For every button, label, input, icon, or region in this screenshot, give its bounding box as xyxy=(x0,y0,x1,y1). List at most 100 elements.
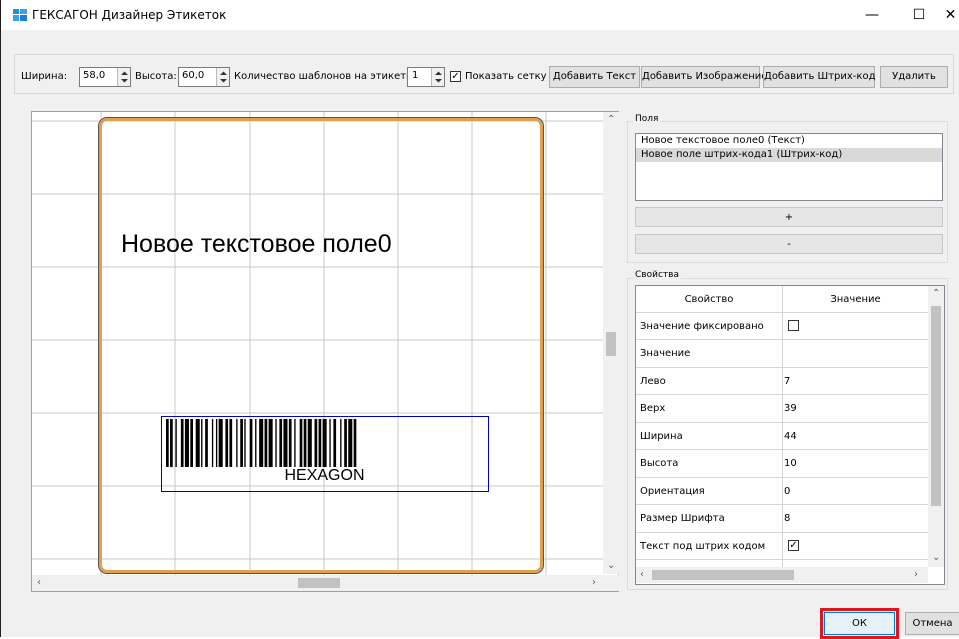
add-image-button[interactable]: Добавить Изображение xyxy=(641,66,767,88)
label-canvas[interactable]: Новое текстовое поле0 HEXAGON xyxy=(31,111,619,592)
width-label: Ширина: xyxy=(21,71,68,82)
width-spinner-arrows-icon[interactable] xyxy=(117,68,130,86)
maximize-button[interactable]: ☐ xyxy=(896,0,942,30)
barcode-bar xyxy=(329,419,331,467)
canvas-horizontal-scrollbar[interactable]: ‹ › xyxy=(32,575,603,591)
barcode-bar xyxy=(255,419,257,467)
table-row[interactable]: Ширина 44 xyxy=(636,423,928,450)
ok-highlight-box xyxy=(820,608,899,639)
property-name: Ориентация xyxy=(640,486,705,497)
close-button[interactable]: ✕ xyxy=(941,0,959,30)
table-row[interactable]: Высота 10 xyxy=(636,450,928,478)
count-value[interactable]: 1 xyxy=(412,70,418,81)
minimize-button[interactable]: — xyxy=(849,0,895,30)
scroll-right-icon[interactable]: › xyxy=(914,569,918,580)
scroll-left-icon[interactable]: ‹ xyxy=(640,569,644,580)
barcode-bar xyxy=(303,419,307,467)
count-label: Количество шаблонов на этикетке: xyxy=(234,71,422,82)
delete-button[interactable]: Удалить xyxy=(880,66,948,88)
table-row[interactable]: Размер Шрифта 8 xyxy=(636,505,928,533)
barcode-bar xyxy=(195,419,200,467)
barcode-bar xyxy=(201,419,203,467)
label-outline[interactable] xyxy=(98,117,544,574)
table-row[interactable]: Лево 7 xyxy=(636,368,928,395)
property-value[interactable]: 8 xyxy=(784,513,790,524)
barcode-bar xyxy=(190,419,193,467)
barcode-bar xyxy=(236,419,238,467)
list-item[interactable]: Новое текстовое поле0 (Текст) xyxy=(636,134,942,148)
barcode-bar xyxy=(314,419,318,467)
properties-scroll-thumb[interactable] xyxy=(931,306,941,506)
scroll-up-icon[interactable]: ⌃ xyxy=(607,114,615,125)
barcode-bar xyxy=(299,419,303,467)
list-item[interactable]: Новое поле штрих-кода1 (Штрих-код) xyxy=(636,148,942,162)
count-spinner-arrows-icon[interactable] xyxy=(431,68,444,86)
add-text-button[interactable]: Добавить Текст xyxy=(549,66,640,88)
height-spinner-arrows-icon[interactable] xyxy=(216,68,229,86)
scroll-right-icon[interactable]: › xyxy=(592,577,596,588)
properties-hscroll-thumb[interactable] xyxy=(652,570,794,580)
barcode-bar xyxy=(211,419,214,467)
barcode-bar xyxy=(283,419,288,467)
property-name: Значение фиксировано xyxy=(640,321,764,332)
fields-list[interactable]: Новое текстовое поле0 (Текст) Новое поле… xyxy=(635,133,943,201)
canvas-text-field[interactable]: Новое текстовое поле0 xyxy=(121,230,392,259)
barcode-bar xyxy=(225,419,229,467)
barcode-text: HEXAGON xyxy=(284,467,365,484)
text-under-barcode-checkbox[interactable]: ✓ xyxy=(788,540,799,551)
table-row[interactable]: Верх 39 xyxy=(636,395,928,423)
title-bar: ГЕКСАГОН Дизайнер Этикеток — ☐ ✕ xyxy=(1,0,959,30)
window-title: ГЕКСАГОН Дизайнер Этикеток xyxy=(32,8,227,22)
show-grid-label[interactable]: Показать сетку xyxy=(465,71,547,82)
property-value[interactable]: 39 xyxy=(784,403,797,414)
scroll-up-icon[interactable]: ⌃ xyxy=(932,288,940,299)
properties-grid[interactable]: Свойство Значение Значение фиксировано З… xyxy=(635,285,945,585)
add-field-button[interactable]: + xyxy=(635,207,943,227)
barcode-bar xyxy=(279,419,283,467)
barcode-bar xyxy=(344,419,347,467)
properties-horizontal-scrollbar[interactable]: ‹ › xyxy=(636,567,928,583)
column-header-property[interactable]: Свойство xyxy=(636,294,782,305)
table-row[interactable]: Значение xyxy=(636,340,928,368)
table-row[interactable]: Ориентация 0 xyxy=(636,478,928,505)
barcode-bar xyxy=(229,419,233,467)
fields-group-label: Поля xyxy=(633,114,661,124)
canvas-vertical-scrollbar[interactable]: ⌃ ⌄ xyxy=(603,112,619,574)
barcode-bar xyxy=(322,419,327,467)
barcode-bar xyxy=(307,419,312,467)
properties-group-label: Свойства xyxy=(633,270,681,280)
barcode-bars-icon xyxy=(166,419,357,467)
remove-field-button[interactable]: - xyxy=(635,234,943,254)
barcode-bar xyxy=(166,419,169,467)
property-value[interactable]: 0 xyxy=(784,486,790,497)
barcode-bar xyxy=(240,419,243,467)
barcode-bar xyxy=(340,419,342,467)
canvas-barcode[interactable]: HEXAGON xyxy=(161,416,489,492)
show-grid-checkbox[interactable]: ✓ xyxy=(450,71,461,82)
horizontal-scroll-thumb[interactable] xyxy=(298,578,340,588)
fixed-value-checkbox[interactable] xyxy=(788,320,799,331)
table-row[interactable]: Текст под штрих кодом ✓ xyxy=(636,533,928,560)
table-row[interactable]: Значение фиксировано xyxy=(636,313,928,340)
vertical-scroll-thumb[interactable] xyxy=(606,332,616,356)
cancel-button[interactable]: Отмена xyxy=(905,612,959,635)
property-name: Лево xyxy=(640,376,666,387)
barcode-bar xyxy=(348,419,353,467)
scroll-down-icon[interactable]: ⌄ xyxy=(932,552,940,563)
scroll-left-icon[interactable]: ‹ xyxy=(37,577,41,588)
barcode-bar xyxy=(244,419,246,467)
scroll-corner xyxy=(603,575,619,591)
property-value[interactable]: 7 xyxy=(784,376,790,387)
column-header-value[interactable]: Значение xyxy=(783,294,928,305)
add-barcode-button[interactable]: Добавить Штрих-код xyxy=(763,66,875,88)
app-window: ГЕКСАГОН Дизайнер Этикеток — ☐ ✕ Ширина:… xyxy=(0,0,959,639)
scroll-down-icon[interactable]: ⌄ xyxy=(607,560,615,571)
barcode-bar xyxy=(180,419,184,467)
property-value[interactable]: 10 xyxy=(784,458,797,469)
properties-vertical-scrollbar[interactable]: ⌃ ⌄ xyxy=(928,286,944,567)
width-value[interactable]: 58,0 xyxy=(83,70,105,81)
barcode-bar xyxy=(275,419,277,467)
property-value[interactable]: 44 xyxy=(784,431,797,442)
height-value[interactable]: 60,0 xyxy=(182,70,204,81)
barcode-bar xyxy=(205,419,208,467)
